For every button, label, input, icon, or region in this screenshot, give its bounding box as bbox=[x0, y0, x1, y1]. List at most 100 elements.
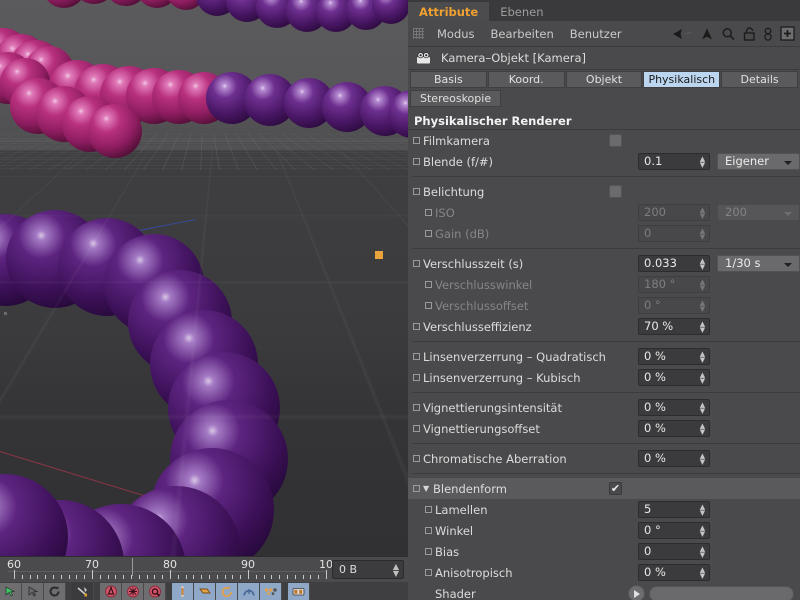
timeline-ruler-bar[interactable]: 60 70 80 90 100 0 B ▲ ▼ bbox=[0, 556, 408, 582]
object-tab-strip[interactable]: Basis Koord. Objekt Physikalisch Details Ste… bbox=[408, 70, 800, 110]
property-row-filmkamera[interactable]: Filmkamera bbox=[408, 130, 800, 151]
property-row-vign-off[interactable]: Vignettierungsoffset 0 % ▲ ▼ bbox=[408, 418, 800, 439]
property-row-gain[interactable]: Gain (dB) 0 ▲ ▼ bbox=[408, 223, 800, 244]
manager-tab-attribute[interactable]: Attribute bbox=[408, 2, 490, 21]
property-row-chrom-ab[interactable]: Chromatische Aberration 0 % ▲ ▼ bbox=[408, 448, 800, 469]
number-field-bias[interactable]: 0 ▲ ▼ bbox=[638, 543, 710, 560]
property-row-verschlusseffizienz[interactable]: Verschlusseffizienz 70 % ▲ ▼ bbox=[408, 316, 800, 337]
object-tab-objekt[interactable]: Objekt bbox=[565, 71, 643, 88]
property-row-blendenform[interactable]: ▼ Blendenform ✔ bbox=[408, 478, 800, 499]
render-picture-viewer-button[interactable] bbox=[122, 582, 144, 600]
dropdown-iso[interactable]: 200 bbox=[717, 204, 800, 221]
move-tool-button[interactable] bbox=[0, 582, 22, 600]
manager-tab-ebenen[interactable]: Ebenen bbox=[489, 2, 555, 21]
animation-track-dot[interactable] bbox=[425, 281, 432, 288]
animation-track-dot[interactable] bbox=[425, 209, 432, 216]
scale-tool-button[interactable] bbox=[22, 582, 44, 600]
spinner-icon[interactable]: ▲ ▼ bbox=[699, 371, 706, 385]
manager-tab-strip[interactable]: Attribute Ebenen bbox=[408, 0, 800, 21]
checkbox-belichtung[interactable] bbox=[609, 185, 622, 198]
timeline-playhead[interactable] bbox=[132, 558, 133, 576]
render-region-button[interactable] bbox=[100, 582, 122, 600]
number-field-blende[interactable]: 0.1 ▲ ▼ bbox=[638, 153, 710, 170]
perspective-viewport[interactable] bbox=[0, 0, 408, 556]
spinner-icon[interactable]: ▲ ▼ bbox=[699, 257, 706, 271]
animation-track-dot[interactable] bbox=[413, 374, 420, 381]
chevron-down-icon[interactable] bbox=[784, 212, 792, 216]
spinner-icon[interactable]: ▲ ▼ bbox=[699, 545, 706, 559]
property-row-vign-int[interactable]: Vignettierungsintensität 0 % ▲ ▼ bbox=[408, 397, 800, 418]
animation-track-dot[interactable] bbox=[413, 158, 420, 165]
object-tab-physikalisch[interactable]: Physikalisch bbox=[643, 71, 721, 88]
spinner-icon[interactable]: ▲ ▼ bbox=[699, 278, 706, 292]
animation-track-dot[interactable] bbox=[413, 455, 420, 462]
animation-track-dot[interactable] bbox=[413, 323, 420, 330]
animation-track-dot[interactable] bbox=[413, 485, 420, 492]
timeline-ruler[interactable]: 60 70 80 90 100 bbox=[4, 558, 340, 582]
spinner-icon[interactable]: ▲ ▼ bbox=[699, 401, 706, 415]
render-view-button[interactable] bbox=[72, 582, 94, 600]
animation-track-dot[interactable] bbox=[413, 404, 420, 411]
unlock-icon[interactable] bbox=[743, 26, 756, 41]
animation-track-dot[interactable] bbox=[425, 569, 432, 576]
object-tabs-row-2[interactable]: Stereoskopie bbox=[408, 88, 800, 107]
property-row-lamellen[interactable]: Lamellen 5 ▲ ▼ bbox=[408, 499, 800, 520]
object-tab-basis[interactable]: Basis bbox=[410, 71, 487, 88]
animation-track-dot[interactable] bbox=[425, 506, 432, 513]
number-field-vign-int[interactable]: 0 % ▲ ▼ bbox=[638, 399, 710, 416]
add-null-object-button[interactable] bbox=[172, 582, 194, 600]
shader-play-button[interactable] bbox=[627, 585, 645, 600]
object-tab-stereoskopie[interactable]: Stereoskopie bbox=[410, 90, 502, 107]
chevron-down-icon[interactable] bbox=[784, 161, 792, 165]
number-field-verschlusszeit[interactable]: 0.033 ▲ ▼ bbox=[638, 255, 710, 272]
spinner-icon[interactable]: ▲ ▼ bbox=[699, 227, 706, 241]
chevron-down-icon[interactable]: ▼ bbox=[423, 484, 432, 493]
add-deformer-button[interactable] bbox=[260, 582, 282, 600]
animation-track-dot[interactable] bbox=[425, 548, 432, 555]
property-row-lens-cubic[interactable]: Linsenverzerrung – Kubisch 0 % ▲ ▼ bbox=[408, 367, 800, 388]
number-field-verschlusswinkel[interactable]: 180 ° ▲ ▼ bbox=[638, 276, 710, 293]
arrow-up-icon[interactable] bbox=[700, 27, 714, 41]
spinner-icon[interactable]: ▲ ▼ bbox=[699, 299, 706, 313]
number-field-lens-quad[interactable]: 0 % ▲ ▼ bbox=[638, 348, 710, 365]
property-row-bias[interactable]: Bias 0 ▲ ▼ bbox=[408, 541, 800, 562]
arrow-back-icon[interactable] bbox=[671, 27, 693, 41]
property-row-blende[interactable]: Blende (f/#) 0.1 ▲ ▼ Eigener bbox=[408, 151, 800, 172]
add-spline-button[interactable] bbox=[216, 582, 238, 600]
spinner-icon[interactable]: ▲ ▼ bbox=[699, 320, 706, 334]
timeline-frame-field[interactable]: 0 B ▲ ▼ bbox=[332, 560, 404, 579]
number-field-vign-off[interactable]: 0 % ▲ ▼ bbox=[638, 420, 710, 437]
menu-bearbeiten[interactable]: Bearbeiten bbox=[483, 27, 562, 41]
number-field-verschlusseffizienz[interactable]: 70 % ▲ ▼ bbox=[638, 318, 710, 335]
sphere-object[interactable] bbox=[88, 104, 142, 158]
animation-track-dot[interactable] bbox=[425, 527, 432, 534]
rotate-tool-button[interactable] bbox=[44, 582, 66, 600]
number-field-iso[interactable]: 200 ▲ ▼ bbox=[638, 204, 710, 221]
person-icon[interactable] bbox=[763, 27, 773, 41]
spinner-icon[interactable]: ▲ ▼ bbox=[699, 566, 706, 580]
spinner-icon[interactable]: ▲ ▼ bbox=[699, 155, 706, 169]
add-primitive-button[interactable] bbox=[194, 582, 216, 600]
menu-modus[interactable]: Modus bbox=[429, 27, 483, 41]
add-camera-button[interactable] bbox=[288, 582, 310, 600]
animation-track-dot[interactable] bbox=[425, 230, 432, 237]
spinner-icon[interactable]: ▲ ▼ bbox=[699, 452, 706, 466]
search-icon[interactable] bbox=[721, 27, 736, 41]
dropdown-blende[interactable]: Eigener bbox=[717, 153, 800, 170]
property-row-verschlusszeit[interactable]: Verschlusszeit (s) 0.033 ▲ ▼ 1/30 s bbox=[408, 253, 800, 274]
object-tab-koord[interactable]: Koord. bbox=[487, 71, 565, 88]
orange-object-marker[interactable] bbox=[375, 251, 383, 259]
number-field-verschlussoffset[interactable]: 0 ° ▲ ▼ bbox=[638, 297, 710, 314]
checkbox-filmkamera[interactable] bbox=[609, 134, 622, 147]
animation-track-dot[interactable] bbox=[413, 260, 420, 267]
attribute-menubar[interactable]: Modus Bearbeiten Benutzer bbox=[408, 21, 800, 47]
animation-track-dot[interactable] bbox=[413, 353, 420, 360]
chevron-down-icon[interactable] bbox=[784, 263, 792, 267]
number-field-winkel[interactable]: 0 ° ▲ ▼ bbox=[638, 522, 710, 539]
animation-track-dot[interactable] bbox=[425, 302, 432, 309]
number-field-lamellen[interactable]: 5 ▲ ▼ bbox=[638, 501, 710, 518]
drag-grip-icon[interactable] bbox=[413, 28, 424, 39]
render-settings-button[interactable] bbox=[144, 582, 166, 600]
number-field-gain[interactable]: 0 ▲ ▼ bbox=[638, 225, 710, 242]
property-row-iso[interactable]: ISO 200 ▲ ▼ 200 bbox=[408, 202, 800, 223]
